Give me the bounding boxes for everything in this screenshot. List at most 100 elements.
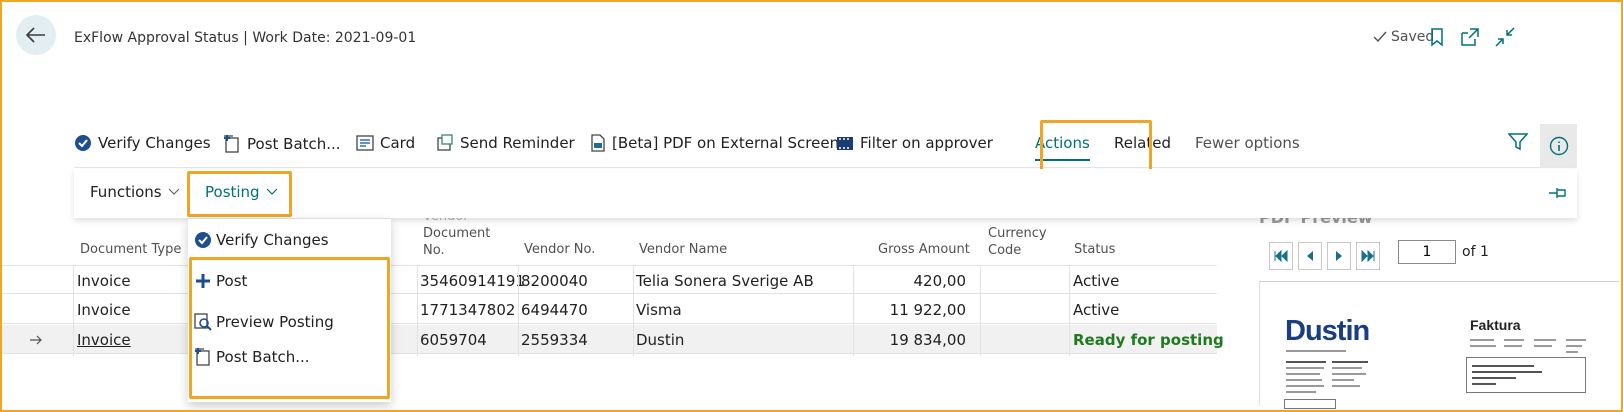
invoice-heading: Faktura (1470, 317, 1521, 333)
pdf-separator (1259, 281, 1619, 282)
verify-changes-action[interactable]: Verify Changes (74, 134, 211, 152)
vendor-doc-header-line3: No. (423, 243, 445, 258)
filter-on-approver-action[interactable]: Filter on approver (836, 134, 993, 152)
check-icon (1373, 31, 1387, 43)
pdf-text-line (1286, 350, 1346, 352)
cell-status[interactable]: Active (1073, 272, 1119, 290)
dustin-logo: Dustin (1285, 315, 1370, 347)
first-page-button[interactable] (1269, 242, 1293, 270)
info-button[interactable] (1540, 124, 1577, 168)
column-header-status[interactable]: Status (1074, 241, 1115, 258)
column-header-vendor-no[interactable]: Vendor No. (524, 241, 595, 258)
first-page-icon (1274, 250, 1288, 262)
dropdown-preview-posting[interactable]: Preview Posting (194, 313, 334, 331)
next-page-icon (1336, 251, 1342, 261)
cell-document-type[interactable]: Invoice (77, 272, 131, 290)
column-divider (417, 265, 418, 356)
cell-vendor-name[interactable]: Telia Sonera Sverige AB (636, 272, 814, 290)
pdf-address-box (1466, 357, 1586, 393)
cell-vendor-name[interactable]: Visma (636, 301, 682, 319)
functions-label: Functions (90, 183, 162, 201)
cell-vendor-no[interactable]: 6494470 (521, 301, 588, 319)
dropdown-post-batch[interactable]: Post Batch... (194, 347, 310, 367)
previous-page-button[interactable] (1298, 242, 1322, 270)
pdf-text-line (1332, 373, 1366, 375)
posting-label: Posting (205, 183, 260, 201)
chevron-down-icon (266, 188, 278, 195)
pdf-page-edge (1259, 281, 1260, 406)
cell-vendor-no[interactable]: 8200040 (521, 272, 588, 290)
pdf-text-line (1470, 345, 1496, 347)
previous-page-icon (1307, 251, 1313, 261)
tab-actions-underline (1035, 159, 1090, 161)
pdf-external-screen-action[interactable]: [Beta] PDF on External Screen (590, 134, 839, 152)
info-icon (1549, 136, 1568, 156)
table-row[interactable]: Invoice 35460914191 8200040 Telia Sonera… (0, 265, 1217, 294)
cell-gross-amount[interactable]: 19 834,00 (858, 331, 966, 349)
cell-gross-amount[interactable]: 11 922,00 (858, 301, 966, 319)
page-count-label: of 1 (1462, 244, 1489, 260)
pdf-text-line (1534, 345, 1552, 347)
pdf-text-line (1472, 377, 1516, 379)
pdf-text-line (1470, 339, 1494, 341)
pdf-text-line (1504, 345, 1522, 347)
cell-vendor-document-no[interactable]: 35460914191 (420, 272, 525, 290)
dropdown-post-batch-label: Post Batch... (216, 348, 310, 366)
collapse-icon[interactable] (1494, 26, 1516, 48)
cell-status-ready[interactable]: Ready for posting (1073, 331, 1224, 349)
send-reminder-label: Send Reminder (460, 134, 575, 152)
last-page-button[interactable] (1356, 242, 1380, 270)
cell-vendor-no[interactable]: 2559334 (521, 331, 588, 349)
functions-menu[interactable]: Functions (90, 183, 180, 201)
cell-vendor-document-no[interactable]: 6059704 (420, 331, 487, 349)
pdf-text-line (1566, 339, 1586, 341)
column-divider (1069, 265, 1070, 356)
cell-gross-amount[interactable]: 420,00 (858, 272, 967, 290)
last-page-icon (1361, 250, 1375, 262)
card-action[interactable]: Card (356, 134, 415, 152)
table-row[interactable]: Invoice 1771347802 6494470 Visma 11 922,… (0, 295, 1217, 324)
bookmark-icon[interactable] (1426, 26, 1448, 48)
open-new-window-icon[interactable] (1459, 26, 1481, 48)
dropdown-post[interactable]: Post (194, 272, 247, 290)
pdf-text-line (1286, 379, 1322, 381)
post-batch-label: Post Batch... (247, 135, 341, 153)
cell-vendor-name[interactable]: Dustin (636, 331, 684, 349)
pdf-text-line (1472, 371, 1542, 373)
arrow-left-icon (26, 27, 45, 43)
filter-icon[interactable] (1508, 133, 1528, 151)
cell-document-type-link[interactable]: Invoice (77, 331, 131, 349)
posting-menu[interactable]: Posting (205, 183, 278, 201)
column-header-gross-amount[interactable]: Gross Amount (878, 241, 970, 258)
tab-related[interactable]: Related (1114, 134, 1171, 152)
post-plus-icon (196, 274, 210, 288)
dropdown-post-label: Post (216, 272, 248, 290)
column-header-vendor-name[interactable]: Vendor Name (639, 241, 727, 258)
pdf-text-line (1566, 345, 1582, 347)
column-header-currency-code[interactable]: Currency Code (988, 225, 1047, 259)
filter-on-approver-label: Filter on approver (860, 134, 993, 152)
back-button[interactable] (16, 15, 56, 55)
tab-actions[interactable]: Actions (1035, 134, 1090, 161)
post-batch-action[interactable]: Post Batch... (223, 134, 341, 154)
column-divider (73, 265, 74, 356)
pin-icon[interactable] (1548, 186, 1568, 200)
pdf-document-icon (591, 134, 605, 152)
cell-document-type[interactable]: Invoice (77, 301, 131, 319)
fewer-options-button[interactable]: Fewer options (1195, 134, 1300, 152)
pdf-text-line (1332, 367, 1362, 369)
pdf-text-line (1566, 351, 1578, 353)
send-reminder-action[interactable]: Send Reminder (436, 134, 575, 152)
cell-vendor-document-no[interactable]: 1771347802 (420, 301, 515, 319)
dropdown-verify-changes-label: Verify Changes (216, 231, 329, 249)
page-number-input[interactable] (1398, 240, 1456, 264)
dropdown-verify-changes[interactable]: Verify Changes (194, 231, 329, 249)
column-divider (853, 265, 854, 356)
column-header-document-type[interactable]: Document Type ↑ (80, 241, 196, 258)
column-divider (518, 265, 519, 356)
next-page-button[interactable] (1327, 242, 1351, 270)
cell-status[interactable]: Active (1073, 301, 1119, 319)
action-sub-bar: Functions Posting (74, 169, 1577, 218)
film-strip-icon (837, 137, 853, 150)
table-row-selected[interactable]: Invoice 6059704 2559334 Dustin 19 834,00… (0, 325, 1224, 354)
